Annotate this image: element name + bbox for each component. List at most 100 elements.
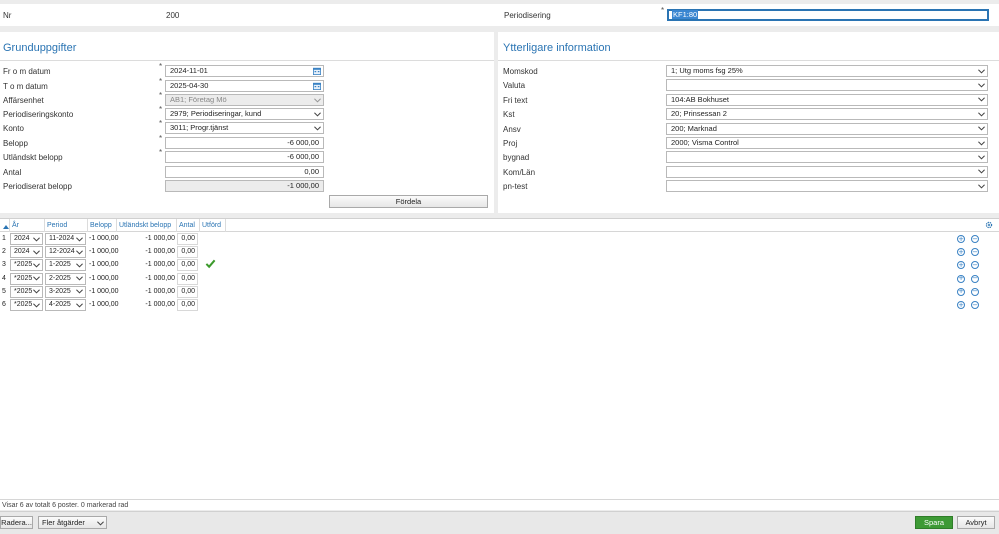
antal-input[interactable]: 0,00 — [165, 166, 324, 178]
periodisering-label: Periodisering — [504, 11, 551, 20]
add-row-icon[interactable]: + — [957, 287, 965, 296]
checkmark-icon — [205, 258, 216, 269]
utlandskt-belopp-cell: -1 000,00 — [145, 248, 175, 256]
chevron-down-icon — [313, 96, 321, 104]
bygnad-select[interactable] — [666, 151, 988, 164]
periodiseringskonto-select[interactable]: 2979; Periodiseringar, kund — [165, 108, 324, 120]
momskod-select[interactable]: 1; Utg moms fsg 25% — [666, 65, 988, 77]
section-divider — [0, 60, 494, 61]
avbryt-button[interactable]: Avbryt — [957, 516, 995, 529]
chevron-down-icon — [977, 96, 985, 104]
ansv-select[interactable]: 200; Marknad — [666, 122, 988, 135]
remove-row-icon[interactable]: − — [971, 261, 979, 270]
momskod-value: 1; Utg moms fsg 25% — [671, 66, 743, 75]
kom-lan-select[interactable] — [666, 165, 988, 178]
ar-select[interactable]: 2024 — [10, 233, 43, 245]
belopp-input[interactable]: -6 000,00 — [165, 137, 324, 149]
remove-row-icon[interactable]: − — [971, 274, 979, 283]
antal-cell[interactable]: 0,00 — [177, 246, 198, 259]
required-marker: * — [159, 119, 163, 128]
calendar-icon[interactable] — [313, 67, 321, 75]
add-row-icon[interactable]: + — [957, 235, 965, 243]
belopp-cell: -1 000,00 — [89, 274, 119, 282]
ar-select[interactable]: *2025 — [10, 272, 43, 285]
col-header-utford[interactable]: Utförd — [202, 221, 221, 231]
ar-value: *2025 — [14, 301, 33, 308]
period-select[interactable]: 11-2024 — [45, 233, 86, 245]
col-header-period[interactable]: Period — [47, 221, 67, 231]
add-row-icon[interactable]: + — [957, 248, 965, 257]
period-select[interactable]: 2-2025 — [45, 272, 86, 285]
ar-select[interactable]: *2025 — [10, 285, 43, 298]
kst-select[interactable]: 20; Prinsessan 2 — [666, 108, 988, 121]
kst-label: Kst — [503, 110, 515, 120]
status-divider — [0, 499, 999, 500]
col-separator — [225, 219, 226, 232]
utlandskt-belopp-label: Utländskt belopp — [3, 153, 63, 162]
fr-o-m-datum-value: 2024-11-01 — [170, 66, 208, 75]
valuta-select[interactable] — [666, 79, 988, 92]
col-header-belopp[interactable]: Belopp — [90, 221, 112, 231]
t-o-m-datum-input[interactable]: 2025-04-30 — [165, 80, 324, 92]
col-separator — [87, 219, 88, 232]
periodiserat-belopp-label: Periodiserat belopp — [3, 182, 72, 191]
remove-row-icon[interactable]: − — [971, 301, 979, 309]
remove-row-icon[interactable]: − — [971, 235, 979, 243]
row-number: 2 — [2, 248, 6, 256]
remove-row-icon[interactable]: − — [971, 287, 979, 296]
pn-test-select[interactable] — [666, 180, 988, 193]
konto-select[interactable]: 3011; Progr.tjänst — [165, 122, 324, 134]
ansv-value: 200; Marknad — [671, 123, 717, 133]
period-value: 4-2025 — [49, 301, 71, 308]
periodisering-input[interactable]: KF1:80 — [667, 9, 989, 21]
ar-value: 2024 — [14, 235, 30, 242]
calendar-icon[interactable] — [313, 82, 321, 90]
chevron-down-icon — [75, 275, 83, 283]
ar-select[interactable]: *2025 — [10, 299, 43, 311]
konto-label: Konto — [3, 124, 24, 133]
col-separator — [44, 219, 45, 232]
chevron-down-icon — [75, 261, 83, 269]
chevron-down-icon — [977, 67, 985, 75]
remove-row-icon[interactable]: − — [971, 248, 979, 257]
proj-label: Proj — [503, 139, 518, 148]
add-row-icon[interactable]: + — [957, 274, 965, 283]
affarsenhet-select: AB1; Företag Mö — [165, 94, 324, 106]
ar-select[interactable]: 2024 — [10, 246, 43, 259]
fr-o-m-datum-input[interactable]: 2024-11-01 — [165, 65, 324, 77]
period-select[interactable]: 3-2025 — [45, 285, 86, 298]
antal-cell[interactable]: 0,00 — [177, 259, 198, 272]
col-header-utlandskt-belopp[interactable]: Utländskt belopp — [119, 221, 171, 231]
ar-select[interactable]: *2025 — [10, 259, 43, 272]
fler-atgarder-dropdown[interactable]: Fler åtgärder — [38, 516, 107, 529]
period-select[interactable]: 12-2024 — [45, 246, 86, 259]
period-select[interactable]: 1-2025 — [45, 259, 86, 272]
chevron-down-icon — [96, 519, 104, 527]
fri-text-select[interactable]: 104:AB Bokhuset — [666, 93, 988, 106]
spara-button[interactable]: Spara — [915, 516, 953, 529]
konto-value: 3011; Progr.tjänst — [170, 123, 229, 132]
add-row-icon[interactable]: + — [957, 261, 965, 270]
periodiseringskonto-value: 2979; Periodiseringar, kund — [170, 109, 262, 118]
radera-button[interactable]: Radera... — [0, 516, 33, 529]
antal-cell[interactable]: 0,00 — [177, 272, 198, 285]
required-marker: * — [159, 134, 163, 143]
antal-cell[interactable]: 0,00 — [177, 285, 198, 298]
chevron-down-icon — [977, 110, 985, 118]
col-header-ar[interactable]: År — [12, 221, 19, 231]
fordela-button[interactable]: Fördela — [329, 195, 488, 208]
col-header-antal[interactable]: Antal — [179, 221, 195, 231]
antal-cell[interactable]: 0,00 — [177, 233, 198, 245]
chevron-down-icon — [75, 301, 83, 309]
bygnad-label: bygnad — [503, 153, 530, 163]
chevron-down-icon — [32, 301, 40, 309]
period-select[interactable]: 4-2025 — [45, 299, 86, 311]
antal-cell[interactable]: 0,00 — [177, 299, 198, 311]
proj-select[interactable]: 2000; Visma Control — [666, 137, 988, 149]
grid-settings-icon[interactable] — [985, 221, 993, 229]
chevron-down-icon — [75, 288, 83, 296]
add-row-icon[interactable]: + — [957, 301, 965, 309]
affarsenhet-label: Affärsenhet — [3, 96, 44, 105]
periodiseringskonto-label: Periodiseringskonto — [3, 110, 74, 119]
utlandskt-belopp-input[interactable]: -6 000,00 — [165, 151, 324, 163]
